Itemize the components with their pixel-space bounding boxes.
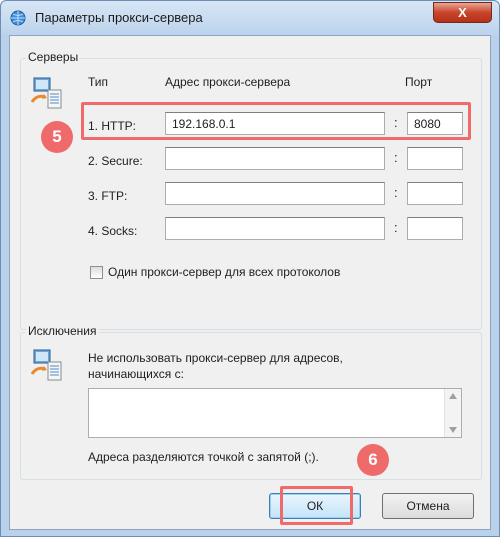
title-bar[interactable]: Параметры прокси-сервера X [1,1,499,35]
row-type-secure: 2. Secure: [88,154,143,168]
proxy-settings-dialog: Параметры прокси-сервера X Серверы Тип А… [0,0,500,537]
ftp-port-input[interactable] [407,182,463,205]
column-header-address: Адрес прокси-сервера [165,75,291,89]
close-button[interactable]: X [433,2,492,23]
colon-separator: : [394,150,398,165]
scroll-up-icon[interactable] [449,393,457,399]
secure-address-input[interactable] [165,147,385,170]
same-proxy-checkbox[interactable] [90,266,103,279]
same-proxy-label[interactable]: Один прокси-сервер для всех протоколов [108,265,340,279]
row-type-socks: 4. Socks: [88,224,138,238]
ok-button-highlight [280,486,353,525]
cancel-button[interactable]: Отмена [382,493,474,519]
ftp-address-input[interactable] [165,182,385,205]
socks-address-input[interactable] [165,217,385,240]
globe-settings-icon [10,10,26,26]
servers-group-title: Серверы [26,50,81,64]
step-5-badge: 5 [41,121,73,153]
exceptions-group-title: Исключения [26,324,99,338]
window-title: Параметры прокси-сервера [35,10,203,25]
row-type-ftp: 3. FTP: [88,189,128,203]
exceptions-hint: Адреса разделяются точкой с запятой (;). [88,450,319,464]
http-row-highlight [81,102,471,140]
network-computer-icon [30,77,62,109]
colon-separator: : [394,220,398,235]
column-header-type: Тип [88,75,109,89]
close-icon: X [458,5,467,20]
exceptions-scrollbar[interactable] [444,389,461,437]
step-6-badge: 6 [357,444,389,476]
socks-port-input[interactable] [407,217,463,240]
scroll-down-icon[interactable] [449,427,457,433]
colon-separator: : [394,185,398,200]
exceptions-description: Не использовать прокси-сервер для адресо… [88,351,343,381]
secure-port-input[interactable] [407,147,463,170]
exceptions-textarea[interactable] [88,388,462,438]
network-computer-icon [30,349,62,381]
column-header-port: Порт [405,75,433,89]
